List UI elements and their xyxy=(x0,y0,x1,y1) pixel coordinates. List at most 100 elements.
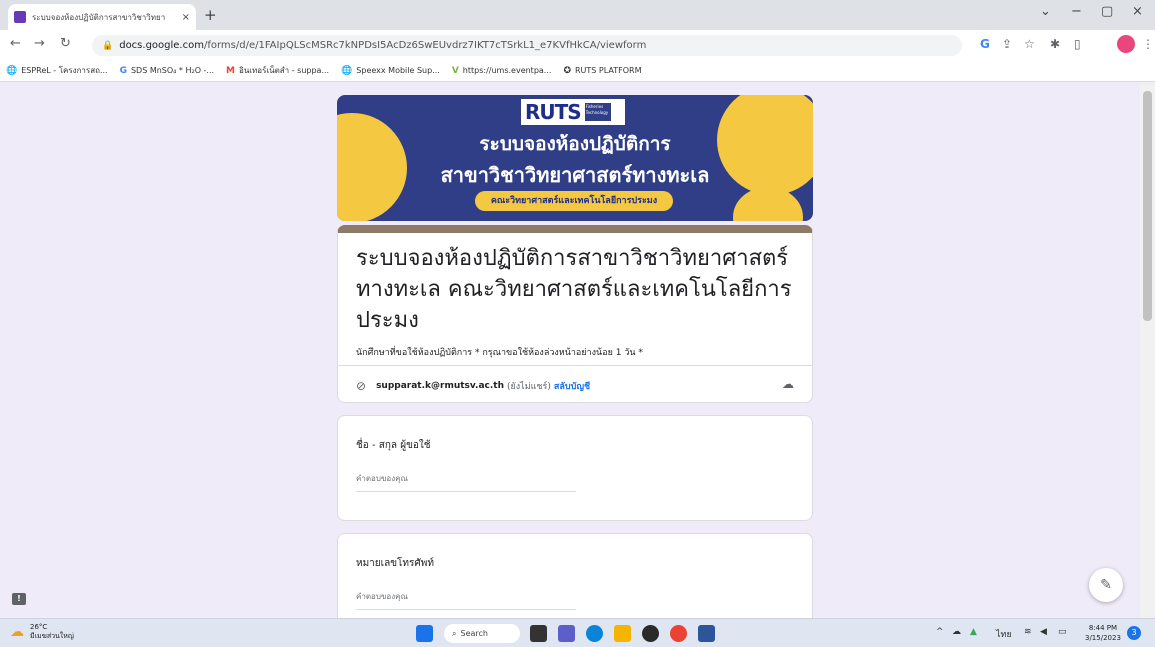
v-icon: V xyxy=(451,65,459,76)
wifi-icon[interactable]: ≋ xyxy=(1024,627,1032,637)
system-clock[interactable]: 8:44 PM 3/15/2023 xyxy=(1085,623,1121,643)
banner-faculty: คณะวิทยาศาสตร์และเทคโนโลยีการประมง xyxy=(475,191,673,211)
chevron-up-icon[interactable]: ^ xyxy=(936,627,944,637)
logo-subtext: Fisheries Technology xyxy=(584,103,611,121)
question-label: หมายเลขโทรศัพท์ xyxy=(356,558,434,569)
chrome-icon[interactable] xyxy=(670,625,687,642)
question-label: ชื่อ - สกุล ผู้ขอใช้ xyxy=(356,440,431,451)
minimize-button[interactable]: − xyxy=(1071,4,1082,19)
google-icon: G xyxy=(119,65,127,76)
ruts-icon: ✪ xyxy=(563,65,571,76)
form-page: RUTS Fisheries Technology ระบบจองห้องปฏิ… xyxy=(0,83,1140,618)
gmail-icon: M xyxy=(226,65,236,76)
edge-icon[interactable] xyxy=(586,625,603,642)
bookmark-star-icon[interactable]: ☆ xyxy=(1024,37,1035,51)
reload-icon[interactable]: ↻ xyxy=(60,36,71,51)
forward-icon[interactable]: → xyxy=(34,36,45,51)
navigation-bar: ← → ↻ 🔒 docs.google.com /forms/d/e/1FAIp… xyxy=(0,30,1155,60)
answer-input[interactable]: คำตอบของคุณ xyxy=(356,590,576,610)
banner-decoration xyxy=(733,187,803,221)
bookmark-label: Speexx Mobile Sup... xyxy=(356,66,440,75)
ruts-logo: RUTS Fisheries Technology xyxy=(521,99,625,125)
tab-search-button[interactable]: ⌄ xyxy=(1040,4,1051,19)
url-host: docs.google.com xyxy=(119,40,204,51)
tab-strip: ระบบจองห้องปฏิบัติการสาขาวิชาวิทยา × + ⌄… xyxy=(0,0,1155,30)
question-card: ชื่อ - สกุล ผู้ขอใช้ คำตอบของคุณ xyxy=(337,415,813,521)
url-path: /forms/d/e/1FAIpQLScMSRc7kNPDsI5AcDz6SwE… xyxy=(203,40,647,51)
search-icon: ⌕ xyxy=(452,628,457,638)
browser-tab[interactable]: ระบบจองห้องปฏิบัติการสาขาวิชาวิทยา × xyxy=(8,4,196,30)
account-info: ⊘ supparat.k@rmutsv.ac.th (ยังไม่แชร์) ส… xyxy=(356,379,590,393)
question-card: หมายเลขโทรศัพท์ คำตอบของคุณ xyxy=(337,533,813,618)
bookmark-item[interactable]: ✪ RUTS PLATFORM xyxy=(563,66,641,76)
form-header-banner: RUTS Fisheries Technology ระบบจองห้องปฏิ… xyxy=(337,95,813,221)
new-tab-button[interactable]: + xyxy=(204,6,217,24)
divider xyxy=(338,365,812,366)
bookmark-label: อินเทอร์เน็ตสำ - suppa... xyxy=(239,66,330,75)
bookmark-label: RUTS PLATFORM xyxy=(574,66,642,75)
onedrive-icon[interactable]: ☁ xyxy=(952,627,961,637)
cloud-icon: ☁ xyxy=(782,377,794,391)
globe-icon: 🌐 xyxy=(6,65,18,76)
maximize-button[interactable]: ▢ xyxy=(1101,4,1113,19)
menu-icon[interactable]: ⋮ xyxy=(1142,37,1154,51)
edit-pencil-icon[interactable]: ✎ xyxy=(1089,568,1123,602)
report-feedback-icon[interactable]: ! xyxy=(12,593,26,605)
task-view-icon[interactable] xyxy=(530,625,547,642)
side-panel-icon[interactable]: ▯ xyxy=(1074,37,1081,51)
language-indicator[interactable]: ไทย xyxy=(996,627,1012,641)
bookmark-label: SDS MnSO₄ * H₂O -... xyxy=(130,66,215,75)
bookmarks-bar: 🌐 ESPReL - โครงการสถ... G SDS MnSO₄ * H₂… xyxy=(0,60,1155,82)
form-title-card: ระบบจองห้องปฏิบัติการสาขาวิชาวิทยาศาสตร์… xyxy=(337,225,813,403)
clock-time: 8:44 PM xyxy=(1088,624,1118,632)
back-icon[interactable]: ← xyxy=(10,36,21,51)
bookmark-item[interactable]: M อินเทอร์เน็ตสำ - suppa... xyxy=(226,64,329,77)
weather-cloud-icon: ☁ xyxy=(10,624,24,640)
clock-date: 3/15/2023 xyxy=(1085,634,1121,642)
banner-title-line2: สาขาวิชาวิทยาศาสตร์ทางทะเล xyxy=(440,163,710,187)
bookmark-item[interactable]: 🌐 Speexx Mobile Sup... xyxy=(341,66,440,76)
tab-close-button[interactable]: × xyxy=(182,12,190,23)
drive-icon[interactable]: ▲ xyxy=(970,627,977,637)
scrollbar[interactable] xyxy=(1140,83,1155,618)
close-window-button[interactable]: × xyxy=(1132,4,1143,19)
bookmark-item[interactable]: V https://ums.eventpa... xyxy=(452,66,552,76)
search-label: Search xyxy=(460,629,488,638)
dell-icon[interactable] xyxy=(642,625,659,642)
word-icon[interactable] xyxy=(698,625,715,642)
form-title: ระบบจองห้องปฏิบัติการสาขาวิชาวิทยาศาสตร์… xyxy=(356,246,792,333)
share-icon[interactable]: ⇪ xyxy=(1002,37,1012,51)
extensions-icon[interactable]: ✱ xyxy=(1050,37,1060,51)
taskbar-search[interactable]: ⌕ Search xyxy=(444,624,520,643)
google-translate-icon[interactable]: G xyxy=(980,37,990,51)
battery-icon[interactable]: ▭ xyxy=(1058,627,1067,637)
weather-desc: มีเมฆส่วนใหญ่ xyxy=(30,632,74,640)
weather-temp: 26°C xyxy=(30,623,48,631)
weather-widget[interactable]: ☁ 26°C มีเมฆส่วนใหญ่ xyxy=(10,623,74,641)
switch-account-link[interactable]: สลับบัญชี xyxy=(554,379,590,393)
google-forms-icon xyxy=(14,11,26,23)
globe-icon: 🌐 xyxy=(341,65,353,76)
tab-title: ระบบจองห้องปฏิบัติการสาขาวิชาวิทยา xyxy=(32,12,166,22)
profile-avatar[interactable] xyxy=(1117,35,1135,53)
account-email: supparat.k@rmutsv.ac.th xyxy=(376,381,504,391)
windows-start-icon[interactable] xyxy=(416,625,433,642)
banner-title-line1: ระบบจองห้องปฏิบัติการ xyxy=(479,133,671,155)
volume-icon[interactable]: ◀ xyxy=(1040,627,1047,637)
eye-off-icon: ⊘ xyxy=(356,379,367,393)
bookmark-label: ESPReL - โครงการสถ... xyxy=(21,66,108,75)
windows-taskbar: ☁ 26°C มีเมฆส่วนใหญ่ ⌕ Search ^ ☁ ▲ ไทย … xyxy=(0,618,1155,647)
lock-icon[interactable]: 🔒 xyxy=(102,41,113,51)
notification-badge[interactable]: 3 xyxy=(1127,626,1141,640)
answer-input[interactable]: คำตอบของคุณ xyxy=(356,472,576,492)
bookmark-label: https://ums.eventpa... xyxy=(462,66,552,75)
form-description: นักศึกษาที่ขอใช้ห้องปฏิบัติการ * กรุณาขอ… xyxy=(356,348,643,358)
teams-icon[interactable] xyxy=(558,625,575,642)
bookmark-item[interactable]: G SDS MnSO₄ * H₂O -... xyxy=(120,66,214,76)
logo-text: RUTS xyxy=(525,100,582,124)
file-explorer-icon[interactable] xyxy=(614,625,631,642)
scrollbar-thumb[interactable] xyxy=(1143,91,1152,321)
address-bar[interactable]: 🔒 docs.google.com /forms/d/e/1FAIpQLScMS… xyxy=(92,35,962,56)
bookmark-item[interactable]: 🌐 ESPReL - โครงการสถ... xyxy=(6,64,108,77)
account-share-note: (ยังไม่แชร์) xyxy=(506,382,551,392)
